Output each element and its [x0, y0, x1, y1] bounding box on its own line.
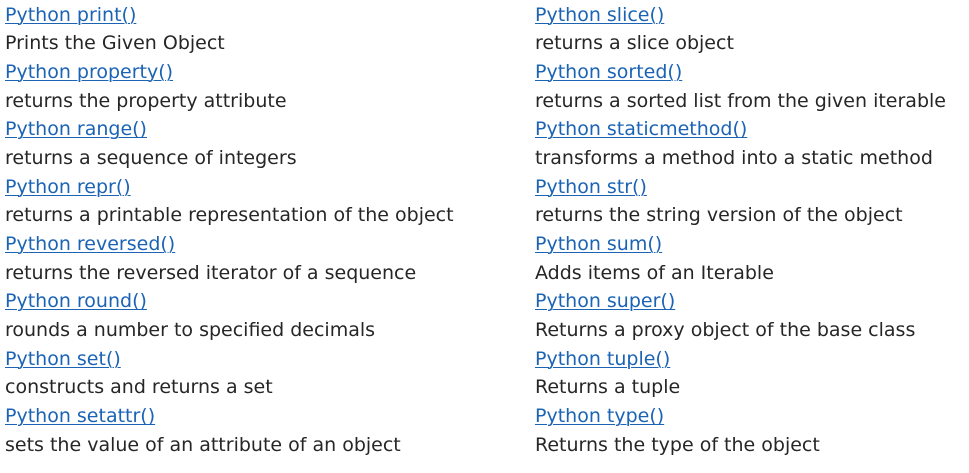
function-description: transforms a method into a static method	[535, 146, 933, 169]
list-item: Python set() constructs and returns a se…	[5, 345, 525, 402]
function-link-property[interactable]: Python property()	[5, 58, 525, 87]
function-description: returns the property attribute	[5, 89, 287, 112]
function-link-sum[interactable]: Python sum()	[535, 230, 965, 259]
function-description: Prints the Given Object	[5, 32, 225, 55]
right-function-list: Python slice() returns a slice object Py…	[535, 0, 965, 460]
function-link-set[interactable]: Python set()	[5, 345, 525, 374]
function-link-reversed[interactable]: Python reversed()	[5, 230, 525, 259]
list-item: Python type() Returns the type of the ob…	[535, 402, 965, 459]
function-description: returns a slice object	[535, 32, 734, 55]
list-item: Python property() returns the property a…	[5, 58, 525, 115]
list-item: Python reversed() returns the reversed i…	[5, 230, 525, 287]
function-link-slice[interactable]: Python slice()	[535, 1, 965, 30]
list-item: Python print() Prints the Given Object	[5, 1, 525, 58]
function-link-print[interactable]: Python print()	[5, 1, 525, 30]
function-description: Returns a tuple	[535, 376, 681, 399]
function-description: returns a sequence of integers	[5, 146, 297, 169]
function-description: rounds a number to specified decimals	[5, 319, 376, 342]
function-description: Returns a proxy object of the base class	[535, 319, 916, 342]
function-description: sets the value of an attribute of an obj…	[5, 433, 401, 456]
function-link-sorted[interactable]: Python sorted()	[535, 58, 965, 87]
function-description: Adds items of an Iterable	[535, 261, 774, 284]
function-description: returns a sorted list from the given ite…	[535, 89, 946, 112]
function-description: Returns the type of the object	[535, 433, 820, 456]
list-item: Python super() Returns a proxy object of…	[535, 287, 965, 344]
function-link-range[interactable]: Python range()	[5, 115, 525, 144]
function-link-type[interactable]: Python type()	[535, 402, 965, 431]
list-item: Python round() rounds a number to specif…	[5, 287, 525, 344]
function-link-tuple[interactable]: Python tuple()	[535, 345, 965, 374]
function-description: constructs and returns a set	[5, 376, 273, 399]
function-link-staticmethod[interactable]: Python staticmethod()	[535, 115, 965, 144]
list-item: Python slice() returns a slice object	[535, 1, 965, 58]
function-description: returns a printable representation of th…	[5, 204, 454, 227]
function-description: returns the reversed iterator of a seque…	[5, 261, 417, 284]
function-description: returns the string version of the object	[535, 204, 903, 227]
left-function-list: Python print() Prints the Given Object P…	[5, 0, 525, 460]
list-item: Python staticmethod() transforms a metho…	[535, 115, 965, 172]
function-link-setattr[interactable]: Python setattr()	[5, 402, 525, 431]
function-link-str[interactable]: Python str()	[535, 173, 965, 202]
function-link-super[interactable]: Python super()	[535, 287, 965, 316]
list-item: Python range() returns a sequence of int…	[5, 115, 525, 172]
list-item: Python str() returns the string version …	[535, 173, 965, 230]
list-item: Python tuple() Returns a tuple	[535, 345, 965, 402]
list-item: Python sum() Adds items of an Iterable	[535, 230, 965, 287]
function-link-repr[interactable]: Python repr()	[5, 173, 525, 202]
list-item: Python setattr() sets the value of an at…	[5, 402, 525, 459]
function-link-round[interactable]: Python round()	[5, 287, 525, 316]
list-item: Python repr() returns a printable repres…	[5, 173, 525, 230]
list-item: Python sorted() returns a sorted list fr…	[535, 58, 965, 115]
